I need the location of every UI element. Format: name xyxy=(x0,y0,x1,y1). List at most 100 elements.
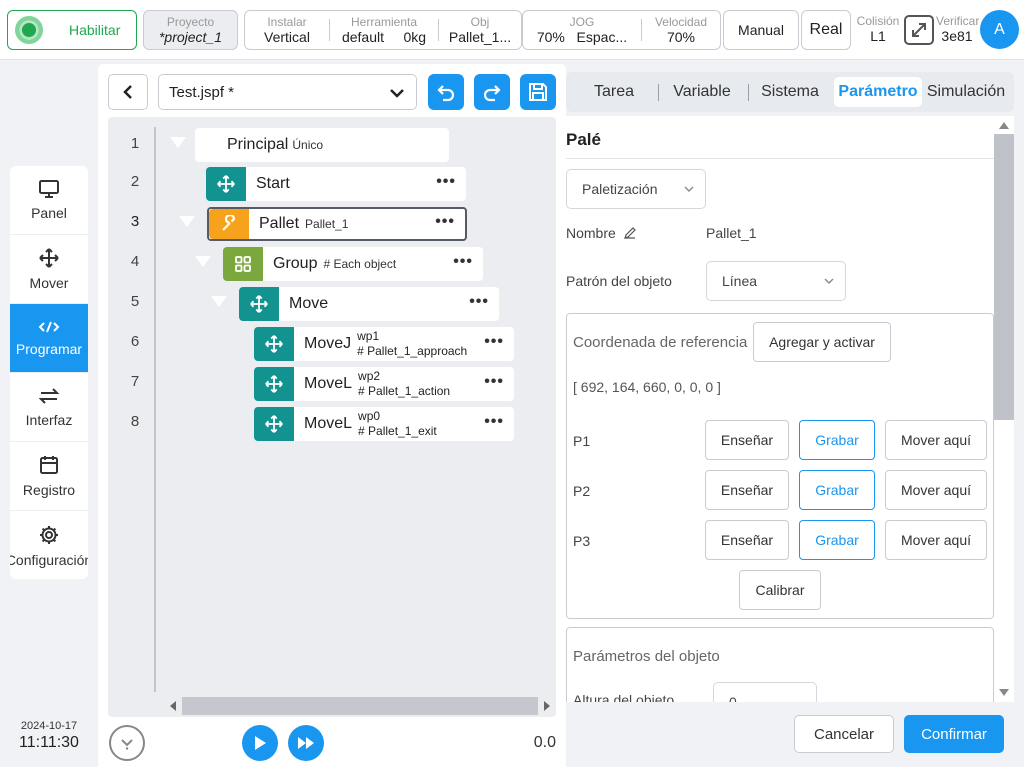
tree-node-pallet[interactable]: Pallet Pallet_1 ••• xyxy=(207,207,467,241)
speed-caption: Velocidad xyxy=(654,15,708,29)
node-name: Pallet xyxy=(259,215,300,232)
enable-label: Habilitar xyxy=(69,22,121,38)
sidebar-item-program[interactable]: Programar xyxy=(10,304,88,373)
add-activate-button[interactable]: Agregar y activar xyxy=(753,322,891,362)
jog-value: 70% xyxy=(536,29,565,45)
enable-button[interactable]: Habilitar xyxy=(7,10,137,50)
calibrate-button[interactable]: Calibrar xyxy=(739,570,821,610)
tab-parameter[interactable]: Parámetro xyxy=(834,77,922,107)
cancel-button[interactable]: Cancelar xyxy=(794,715,894,753)
step-forward-button[interactable] xyxy=(288,725,324,761)
card-title: Parámetros del objeto xyxy=(573,648,720,665)
tree-node-movel[interactable]: MoveL wp2 # Pallet_1_action ••• xyxy=(254,367,514,401)
object-height-input[interactable]: 0 xyxy=(713,682,817,702)
scroll-down-icon[interactable] xyxy=(998,688,1010,698)
tree-node-move[interactable]: Move ••• xyxy=(239,287,499,321)
sidebar-item-interface[interactable]: Interfaz xyxy=(10,373,88,442)
move-here-button[interactable]: Mover aquí xyxy=(885,420,987,460)
collapse-toggle-icon[interactable] xyxy=(170,137,186,148)
scroll-left-icon[interactable] xyxy=(168,700,178,712)
scroll-right-icon[interactable] xyxy=(542,700,552,712)
grid-icon xyxy=(223,247,263,281)
fullscreen-icon[interactable] xyxy=(902,14,936,46)
back-button[interactable] xyxy=(108,74,148,110)
expand-down-button[interactable] xyxy=(109,725,145,761)
calendar-icon xyxy=(40,456,58,474)
tree-node-principal[interactable]: Principal Único xyxy=(195,128,449,162)
collapse-toggle-icon[interactable] xyxy=(211,296,227,307)
tab-simulation[interactable]: Simulación xyxy=(924,77,1008,107)
real-button[interactable]: Real xyxy=(801,10,851,50)
collision-indicator[interactable]: Colisión L1 xyxy=(855,14,901,45)
move-arrows-icon xyxy=(254,327,294,361)
program-panel: Test.jspf * 1 2 3 4 5 6 7 8 Principal Ún… xyxy=(98,64,566,767)
sidebar-item-panel[interactable]: Panel xyxy=(10,166,88,235)
verify-caption: Verificar xyxy=(936,14,980,28)
pattern-select[interactable]: Línea xyxy=(706,261,846,301)
scrollbar-thumb[interactable] xyxy=(994,134,1014,420)
jog-speed-box[interactable]: JOG 70% Espac... Velocidad 70% xyxy=(522,10,721,50)
install-tool-obj-box[interactable]: Instalar Vertical Herramienta default 0k… xyxy=(244,10,522,50)
point-label: P2 xyxy=(573,483,591,499)
move-here-button[interactable]: Mover aquí xyxy=(885,520,987,560)
redo-button[interactable] xyxy=(474,74,510,110)
tool-caption: Herramienta xyxy=(350,15,418,29)
teach-button[interactable]: Enseñar xyxy=(705,420,789,460)
more-menu-icon[interactable]: ••• xyxy=(453,254,473,270)
teach-button[interactable]: Enseñar xyxy=(705,520,789,560)
record-button[interactable]: Grabar xyxy=(799,520,875,560)
node-detail: wp0 # Pallet_1_exit xyxy=(358,409,437,439)
sidebar-item-log[interactable]: Registro xyxy=(10,442,88,511)
more-menu-icon[interactable]: ••• xyxy=(469,294,489,310)
file-select[interactable]: Test.jspf * xyxy=(158,74,417,110)
tree-node-group[interactable]: Group # Each object ••• xyxy=(223,247,483,281)
jog-segment: JOG 70% Espac... xyxy=(523,11,641,49)
tree-node-movel[interactable]: MoveL wp0 # Pallet_1_exit ••• xyxy=(254,407,514,441)
scroll-up-icon[interactable] xyxy=(998,120,1010,130)
node-name: MoveL xyxy=(304,415,353,432)
collapse-toggle-icon[interactable] xyxy=(179,216,195,227)
undo-button[interactable] xyxy=(428,74,464,110)
sidebar-item-move[interactable]: Mover xyxy=(10,235,88,304)
collapse-toggle-icon[interactable] xyxy=(195,256,211,267)
mode-button[interactable]: Manual xyxy=(723,10,799,50)
project-box[interactable]: Proyecto *project_1 xyxy=(143,10,238,50)
top-bar: Habilitar Proyecto *project_1 Instalar V… xyxy=(0,0,1024,60)
gear-icon xyxy=(40,525,58,544)
scrollbar-thumb[interactable] xyxy=(182,697,538,715)
play-button[interactable] xyxy=(242,725,278,761)
tool-value: default xyxy=(341,29,384,45)
tree-node-start[interactable]: Start ••• xyxy=(206,167,466,201)
save-button[interactable] xyxy=(520,74,556,110)
sidebar-item-label: Configuración xyxy=(10,551,88,568)
tab-task[interactable]: Tarea xyxy=(574,77,654,107)
tab-variable[interactable]: Variable xyxy=(662,77,742,107)
more-menu-icon[interactable]: ••• xyxy=(484,414,504,430)
more-menu-icon[interactable]: ••• xyxy=(484,374,504,390)
program-tree: 1 2 3 4 5 6 7 8 Principal Único Start ••… xyxy=(108,117,556,717)
clock-time: 11:11:30 xyxy=(19,734,79,751)
line-number: 4 xyxy=(130,253,140,270)
more-menu-icon[interactable]: ••• xyxy=(436,174,456,190)
more-menu-icon[interactable]: ••• xyxy=(484,334,504,350)
more-menu-icon[interactable]: ••• xyxy=(435,214,455,230)
record-button[interactable]: Grabar xyxy=(799,420,875,460)
confirm-button[interactable]: Confirmar xyxy=(904,715,1004,753)
line-number: 3 xyxy=(130,213,140,230)
node-detail: wp2 # Pallet_1_action xyxy=(358,369,450,399)
vertical-scrollbar[interactable] xyxy=(994,118,1014,702)
status-led-icon xyxy=(15,16,43,44)
waypoint-label: wp2 xyxy=(358,369,381,383)
pallet-type-select[interactable]: Paletización xyxy=(566,169,706,209)
pallet-settings: Palé Paletización Nombre Pallet_1 Patrón… xyxy=(566,116,1014,702)
avatar[interactable]: A xyxy=(980,10,1019,49)
sidebar-item-settings[interactable]: Configuración xyxy=(10,511,88,579)
move-here-button[interactable]: Mover aquí xyxy=(885,470,987,510)
verify-indicator[interactable]: Verificar 3e81 xyxy=(936,14,980,45)
edit-icon[interactable] xyxy=(623,226,637,240)
record-button[interactable]: Grabar xyxy=(799,470,875,510)
tree-node-movej[interactable]: MoveJ wp1 # Pallet_1_approach ••• xyxy=(254,327,514,361)
horizontal-scrollbar[interactable] xyxy=(168,695,556,717)
teach-button[interactable]: Enseñar xyxy=(705,470,789,510)
tab-system[interactable]: Sistema xyxy=(752,77,828,107)
